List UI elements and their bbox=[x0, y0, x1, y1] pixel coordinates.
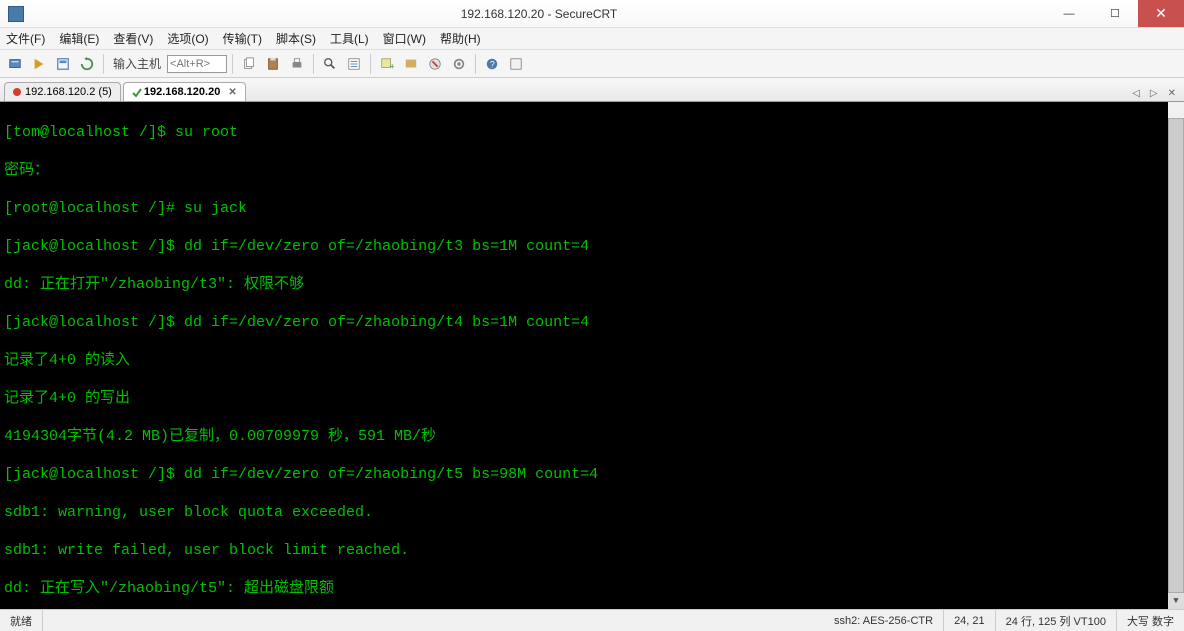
menu-options[interactable]: 选项(O) bbox=[167, 30, 208, 47]
menu-help[interactable]: 帮助(H) bbox=[440, 30, 481, 47]
toolbar-separator bbox=[313, 54, 314, 74]
quick-connect-icon[interactable] bbox=[28, 53, 50, 75]
toolbar-separator bbox=[475, 54, 476, 74]
options-icon[interactable] bbox=[448, 53, 470, 75]
menu-tools[interactable]: 工具(L) bbox=[330, 30, 369, 47]
close-button[interactable]: ✕ bbox=[1138, 0, 1184, 27]
menu-transfer[interactable]: 传输(T) bbox=[223, 30, 262, 47]
about-icon[interactable] bbox=[505, 53, 527, 75]
connect-bar-icon[interactable] bbox=[52, 53, 74, 75]
terminal-line: dd: 正在写入"/zhaobing/t5": 超出磁盘限额 bbox=[4, 579, 1180, 598]
status-cursor-pos: 24, 21 bbox=[944, 610, 996, 631]
terminal-line: 密码： bbox=[4, 161, 1180, 180]
help-icon[interactable]: ? bbox=[481, 53, 503, 75]
status-protocol: ssh2: AES-256-CTR bbox=[824, 610, 944, 631]
status-dot-connected-icon bbox=[132, 88, 140, 96]
terminal-line: [jack@localhost /]$ dd if=/dev/zero of=/… bbox=[4, 465, 1180, 484]
terminal-scrollbar[interactable]: ▲ ▼ bbox=[1168, 102, 1184, 609]
scroll-track[interactable] bbox=[1168, 118, 1184, 593]
statusbar: 就绪 ssh2: AES-256-CTR 24, 21 24 行, 125 列 … bbox=[0, 609, 1184, 631]
properties-icon[interactable] bbox=[343, 53, 365, 75]
terminal-line: [tom@localhost /]$ su root bbox=[4, 123, 1180, 142]
terminal-line: dd: 正在打开"/zhaobing/t3": 权限不够 bbox=[4, 275, 1180, 294]
terminal-line: sdb1: warning, user block quota exceeded… bbox=[4, 503, 1180, 522]
terminal-line: sdb1: write failed, user block limit rea… bbox=[4, 541, 1180, 560]
scroll-down-icon[interactable]: ▼ bbox=[1168, 593, 1184, 609]
menu-view[interactable]: 查看(V) bbox=[113, 30, 153, 47]
status-dot-disconnected-icon bbox=[13, 88, 21, 96]
session-tab[interactable]: 192.168.120.2 (5) bbox=[4, 82, 121, 101]
terminal-line: 4194304字节(4.2 MB)已复制，0.00709979 秒，591 MB… bbox=[4, 427, 1180, 446]
disconnect-icon[interactable] bbox=[424, 53, 446, 75]
copy-icon[interactable] bbox=[238, 53, 260, 75]
host-input[interactable] bbox=[167, 55, 227, 73]
terminal-line: [jack@localhost /]$ dd if=/dev/zero of=/… bbox=[4, 313, 1180, 332]
minimize-button[interactable]: — bbox=[1046, 0, 1092, 27]
find-icon[interactable] bbox=[319, 53, 341, 75]
status-caps: 大写 数字 bbox=[1117, 610, 1184, 631]
menu-file[interactable]: 文件(F) bbox=[6, 30, 45, 47]
tab-list-icon[interactable]: ✕ bbox=[1164, 86, 1180, 101]
tab-close-icon[interactable]: ✕ bbox=[228, 87, 236, 98]
terminal-line: 记录了4+0 的读入 bbox=[4, 351, 1180, 370]
session-icon[interactable] bbox=[400, 53, 422, 75]
scroll-thumb[interactable] bbox=[1168, 118, 1184, 593]
svg-text:?: ? bbox=[490, 59, 495, 69]
status-ready: 就绪 bbox=[0, 610, 43, 631]
maximize-button[interactable]: ☐ bbox=[1092, 0, 1138, 27]
host-label: 输入主机 bbox=[113, 55, 161, 72]
connect-icon[interactable] bbox=[4, 53, 26, 75]
session-tabbar: 192.168.120.2 (5) 192.168.120.20 ✕ ◁ ▷ ✕ bbox=[0, 78, 1184, 102]
tab-nav: ◁ ▷ ✕ bbox=[1128, 86, 1180, 101]
window-controls: — ☐ ✕ bbox=[1046, 0, 1184, 27]
svg-text:+: + bbox=[390, 61, 394, 71]
tab-prev-icon[interactable]: ◁ bbox=[1128, 86, 1144, 101]
status-terminal-size: 24 行, 125 列 VT100 bbox=[996, 610, 1117, 631]
toolbar-separator bbox=[103, 54, 104, 74]
paste-icon[interactable] bbox=[262, 53, 284, 75]
menu-edit[interactable]: 编辑(E) bbox=[59, 30, 99, 47]
new-session-icon[interactable]: + bbox=[376, 53, 398, 75]
toolbar-separator bbox=[232, 54, 233, 74]
menu-window[interactable]: 窗口(W) bbox=[383, 30, 426, 47]
reconnect-icon[interactable] bbox=[76, 53, 98, 75]
tab-label: 192.168.120.2 (5) bbox=[25, 86, 112, 98]
titlebar: 192.168.120.20 - SecureCRT — ☐ ✕ bbox=[0, 0, 1184, 28]
menu-script[interactable]: 脚本(S) bbox=[276, 30, 316, 47]
terminal-line: 记录了4+0 的写出 bbox=[4, 389, 1180, 408]
toolbar-separator bbox=[370, 54, 371, 74]
app-icon bbox=[8, 6, 24, 22]
window-title: 192.168.120.20 - SecureCRT bbox=[32, 7, 1046, 21]
terminal-output[interactable]: [tom@localhost /]$ su root 密码： [root@loc… bbox=[0, 102, 1184, 609]
toolbar: 输入主机 + ? bbox=[0, 50, 1184, 78]
print-icon[interactable] bbox=[286, 53, 308, 75]
tab-label: 192.168.120.20 bbox=[144, 86, 220, 98]
tab-next-icon[interactable]: ▷ bbox=[1146, 86, 1162, 101]
menubar: 文件(F) 编辑(E) 查看(V) 选项(O) 传输(T) 脚本(S) 工具(L… bbox=[0, 28, 1184, 50]
terminal-line: [root@localhost /]# su jack bbox=[4, 199, 1180, 218]
terminal-line: [jack@localhost /]$ dd if=/dev/zero of=/… bbox=[4, 237, 1180, 256]
session-tab-active[interactable]: 192.168.120.20 ✕ bbox=[123, 82, 246, 101]
